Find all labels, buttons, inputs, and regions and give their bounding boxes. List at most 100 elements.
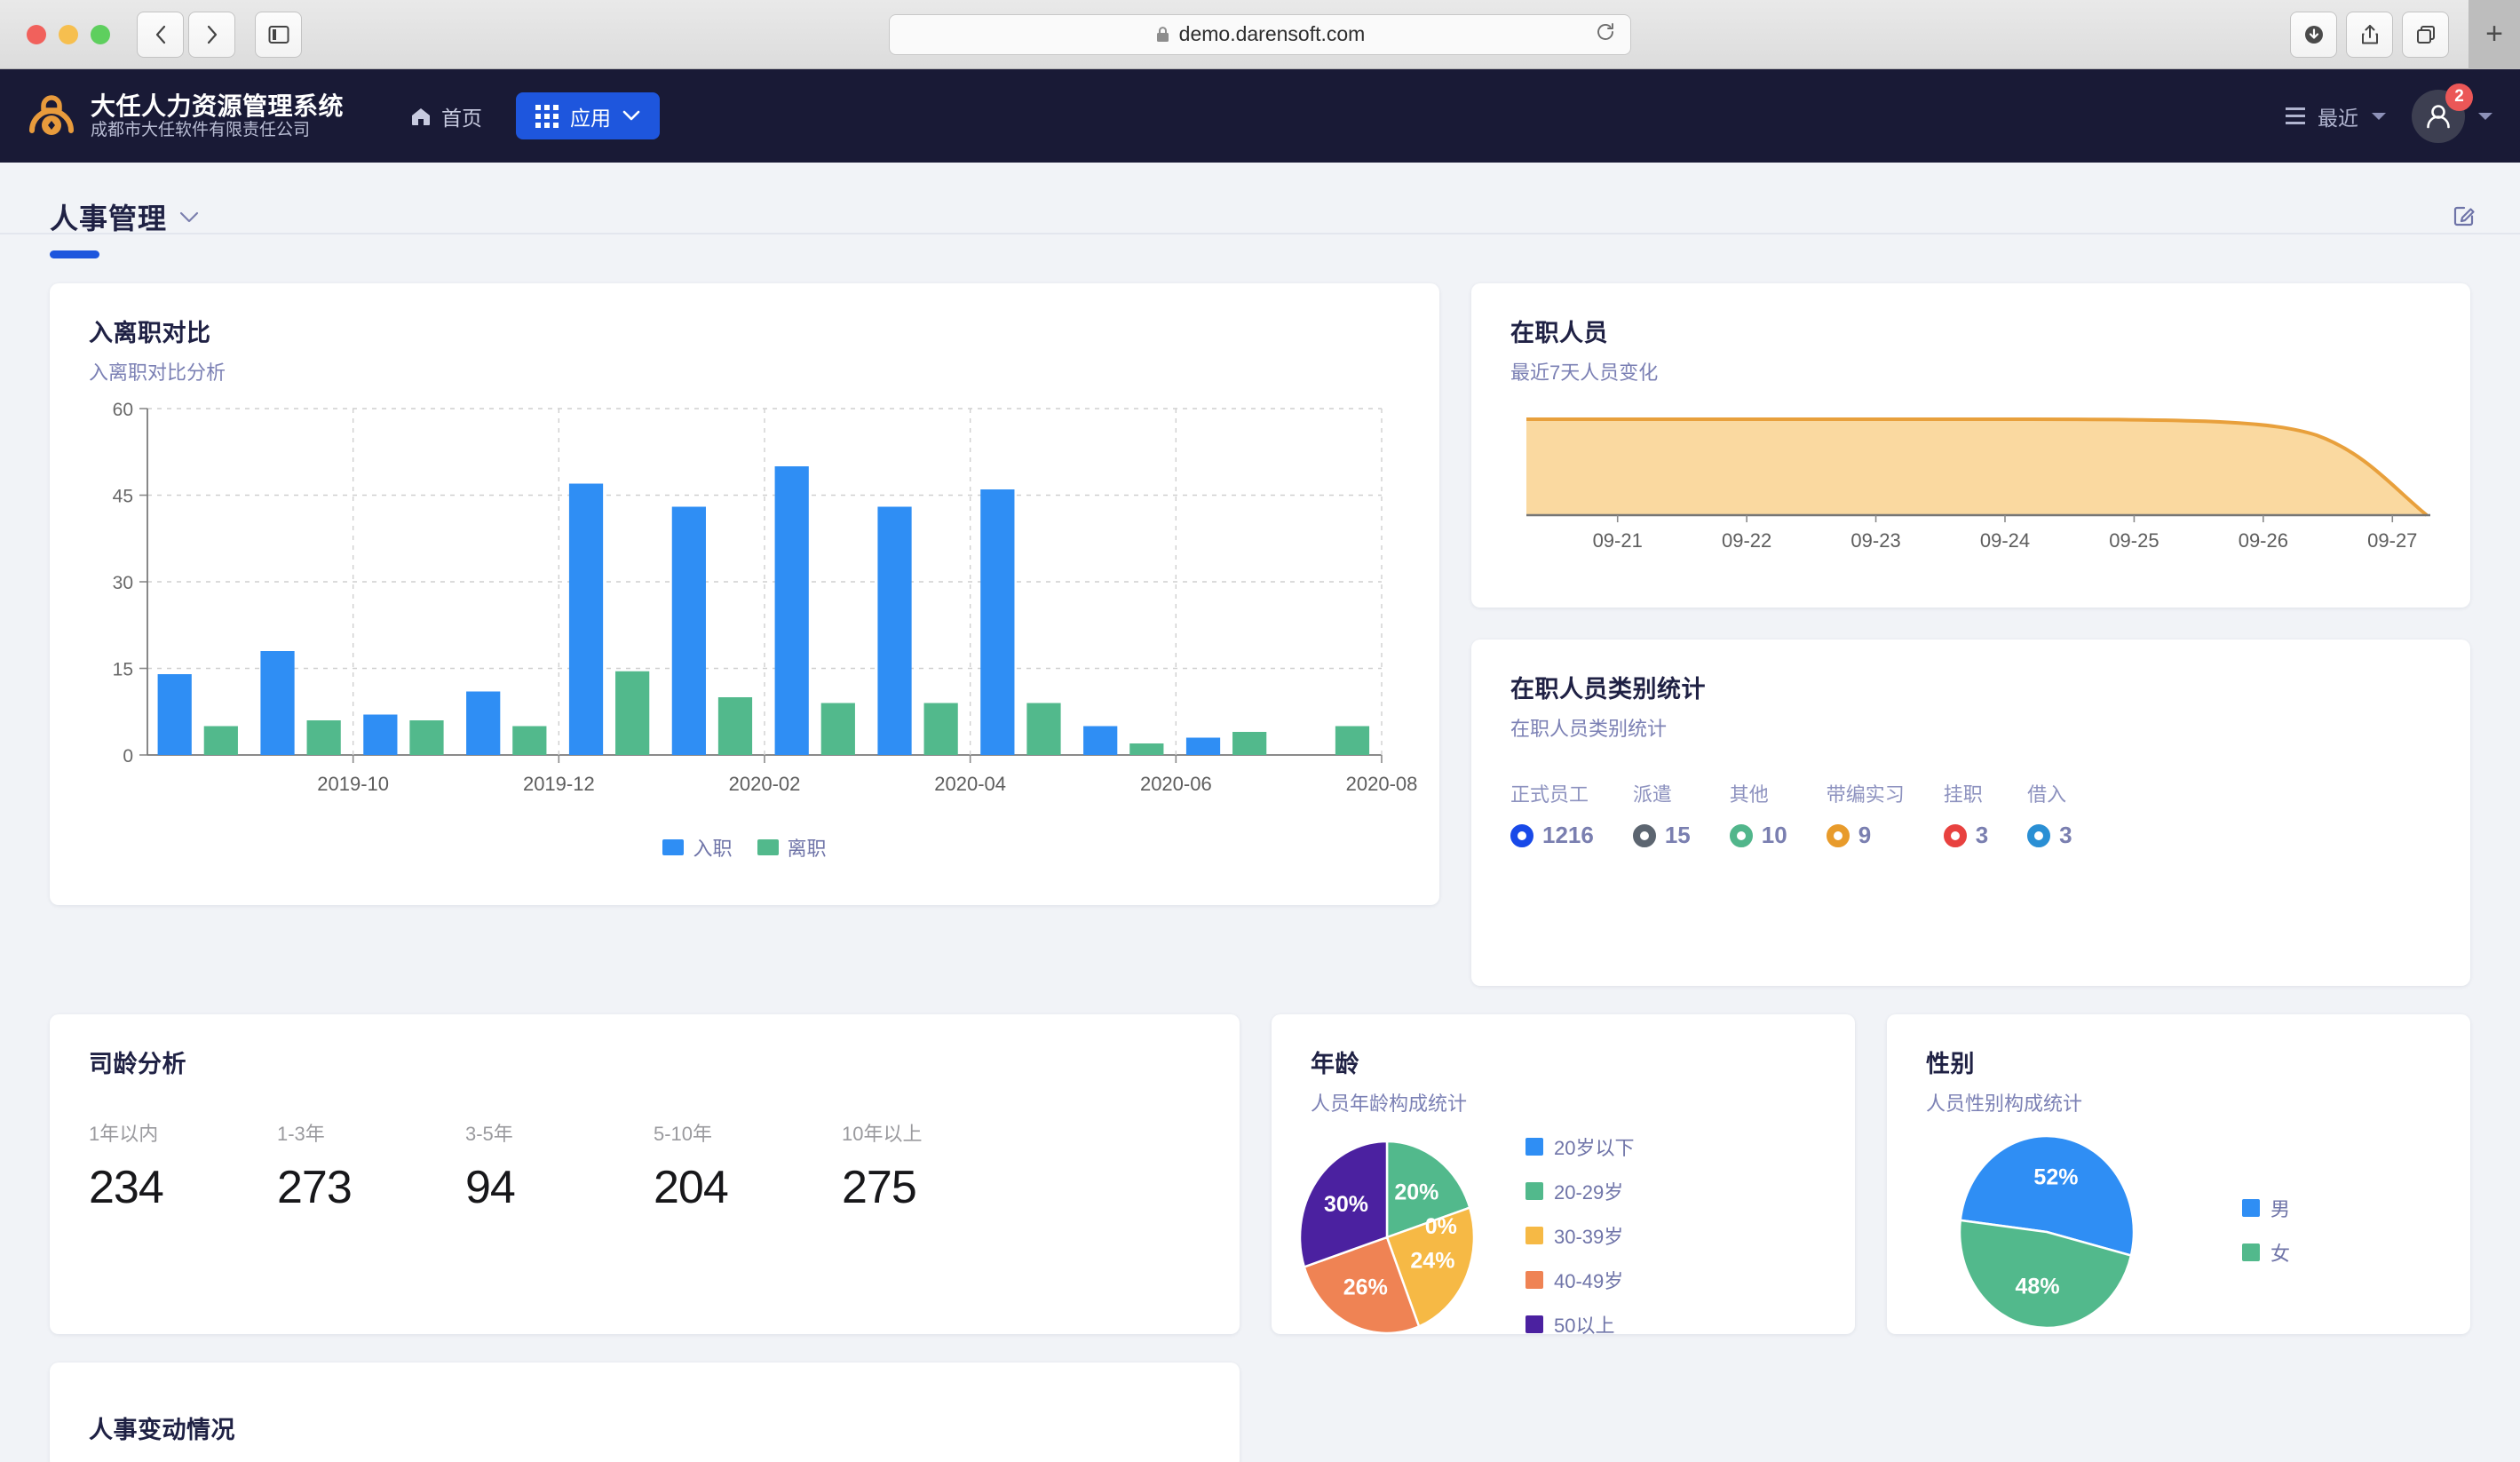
tenure-stat-item[interactable]: 3-5年 94: [465, 1118, 654, 1214]
svg-text:09-27: 09-27: [2367, 529, 2417, 552]
share-icon: [2361, 24, 2378, 44]
card-entry-exit-comparison: 入离职对比 入离职对比分析 0 15 30 45 60 2019-10 2019-12 202…: [50, 283, 1439, 905]
notification-badge[interactable]: 2: [2445, 83, 2473, 111]
close-window-button[interactable]: [27, 24, 46, 44]
brand-subtitle: 成都市大任软件有限责任公司: [91, 120, 311, 139]
avatar[interactable]: 2: [2412, 83, 2473, 143]
card-subtitle: 人员性别构成统计: [1926, 1093, 2083, 1115]
page-title: 人事管理: [50, 203, 168, 234]
legend-item[interactable]: 离职: [757, 833, 827, 862]
legend-swatch-exit: [757, 839, 779, 855]
apps-button[interactable]: 应用: [516, 92, 661, 139]
entry-exit-bar-chart[interactable]: 0 15 30 45 60 2019-10 2019-12 2020-02 2020-04 202…: [50, 400, 1439, 828]
back-button[interactable]: [137, 11, 184, 58]
brand-block[interactable]: 大任人力资源管理系统 成都市大任软件有限责任公司: [27, 91, 344, 141]
bar-chart-legend: 入职 离职: [50, 833, 1439, 862]
pie-legend-item[interactable]: 20岁以下: [1525, 1132, 1634, 1161]
card-title: 入离职对比: [89, 320, 211, 346]
pie-slice-label: 30%: [1324, 1192, 1368, 1217]
downloads-button[interactable]: [2290, 11, 2337, 58]
forward-button[interactable]: [188, 11, 235, 58]
dashboard-main-grid: 入离职对比 入离职对比分析 0 15 30 45 60 2019-10 2019-12 202…: [0, 258, 2520, 986]
category-stat-item[interactable]: 借入 3: [2027, 779, 2072, 849]
pie-legend-item[interactable]: 20-29岁: [1525, 1177, 1634, 1205]
svg-text:45: 45: [113, 487, 133, 507]
category-stat-label: 借入: [2027, 783, 2067, 806]
category-ring-icon: [1943, 823, 1967, 847]
right-column: 在职人员 最近7天人员变化 09-21 09-22 09-23 09-24 09-25 0…: [1471, 283, 2470, 986]
onjob-area-chart[interactable]: 09-21 09-22 09-23 09-24 09-25 09-26 09-27: [1471, 400, 2470, 573]
card-title: 在职人员类别统计: [1510, 676, 1706, 703]
age-pie-chart[interactable]: 20% 24% 26% 30% 0%: [1280, 1138, 1502, 1335]
gender-pie-chart[interactable]: 52% 48%: [1940, 1132, 2162, 1330]
pie-legend-item[interactable]: 女: [2242, 1238, 2290, 1267]
card-tenure-analysis: 司龄分析 1年以内 234 1-3年 273 3-5年 94 5-10年 204 10年以上 27…: [50, 1014, 1240, 1334]
category-stat-value: 10: [1761, 822, 1787, 848]
svg-text:09-22: 09-22: [1722, 529, 1771, 552]
nav-home[interactable]: 首页: [409, 101, 482, 131]
tenure-stat-list: 1年以内 234 1-3年 273 3-5年 94 5-10年 204 10年以上 275: [89, 1118, 1201, 1214]
tenure-stat-label: 1年以内: [89, 1123, 159, 1145]
header-right-group: 最近 2: [2286, 83, 2493, 143]
category-stat-label: 派遣: [1632, 783, 1672, 806]
tenure-stat-label: 5-10年: [654, 1123, 713, 1145]
category-stat-list: 正式员工 1216 派遣 15 其他 10 带编实习 9 挂职 3 借入 3: [1510, 779, 2431, 849]
address-bar[interactable]: demo.darensoft.com: [889, 13, 1631, 55]
legend-swatch-entry: [662, 839, 685, 855]
svg-text:15: 15: [113, 660, 133, 680]
share-button[interactable]: [2346, 11, 2393, 58]
page-title-row: 人事管理: [0, 163, 2520, 237]
lock-icon: [1156, 26, 1169, 42]
svg-text:09-23: 09-23: [1850, 529, 1900, 552]
pie-legend-label: 20岁以下: [1554, 1137, 1635, 1159]
tenure-stat-label: 3-5年: [465, 1123, 513, 1145]
card-staff-category-stats: 在职人员类别统计 在职人员类别统计 正式员工 1216 派遣 15 其他 10 带编实习 9 挂…: [1471, 640, 2470, 986]
minimize-window-button[interactable]: [59, 24, 78, 44]
category-ring-icon: [1729, 823, 1753, 847]
left-column: 入离职对比 入离职对比分析 0 15 30 45 60 2019-10 2019-12 202…: [50, 283, 1439, 986]
category-stat-value-row: 3: [1943, 822, 1989, 849]
category-stat-label: 带编实习: [1826, 783, 1905, 806]
legend-item[interactable]: 入职: [662, 833, 733, 862]
pie-legend-item[interactable]: 30-39岁: [1525, 1221, 1634, 1250]
card-title: 年龄: [1311, 1051, 1359, 1077]
grid-apps-icon: [535, 104, 559, 128]
pie-legend-item[interactable]: 40-49岁: [1525, 1266, 1634, 1294]
category-stat-value-row: 1216: [1510, 822, 1594, 849]
age-pie-body: 20% 24% 26% 30% 0% 20岁以下 20-29岁 30-39岁 40-49岁 50…: [1272, 1132, 1855, 1339]
tenure-stat-item[interactable]: 1年以内 234: [89, 1118, 277, 1214]
card-title: 人事变动情况: [89, 1417, 235, 1443]
tenure-stat-item[interactable]: 5-10年 204: [654, 1118, 842, 1214]
svg-text:60: 60: [113, 400, 133, 420]
chevron-down-icon: [2372, 113, 2386, 120]
pie-slice-label: 24%: [1410, 1249, 1454, 1274]
edit-dashboard-button[interactable]: [2451, 202, 2477, 233]
avatar-chevron-down-icon[interactable]: [2477, 111, 2493, 121]
category-stat-item[interactable]: 挂职 3: [1943, 779, 1989, 849]
category-stat-item[interactable]: 派遣 15: [1632, 779, 1691, 849]
category-stat-value-row: 9: [1826, 822, 1905, 849]
new-tab-button[interactable]: +: [2468, 0, 2520, 69]
brand-title: 大任人力资源管理系统: [91, 91, 345, 120]
reload-button[interactable]: [1595, 21, 1616, 48]
recent-menu[interactable]: 最近: [2286, 101, 2387, 131]
maximize-window-button[interactable]: [91, 24, 110, 44]
category-stat-value: 3: [1975, 822, 1989, 848]
tab-overview-button[interactable]: [2402, 11, 2449, 58]
pie-legend-item[interactable]: 男: [2242, 1194, 2290, 1222]
sidebar-toggle-button[interactable]: [255, 11, 302, 58]
category-stat-item[interactable]: 其他 10: [1729, 779, 1787, 849]
svg-text:09-25: 09-25: [2109, 529, 2159, 552]
category-stat-item[interactable]: 正式员工 1216: [1510, 779, 1594, 849]
category-stat-item[interactable]: 带编实习 9: [1826, 779, 1905, 849]
pie-legend-item[interactable]: 50以上: [1525, 1310, 1634, 1339]
svg-text:09-26: 09-26: [2239, 529, 2288, 552]
pie-legend-label: 30-39岁: [1554, 1226, 1624, 1248]
tenure-stat-label: 10年以上: [842, 1123, 923, 1145]
pie-slice-label: 0%: [1425, 1214, 1457, 1239]
card-subtitle: 入离职对比分析: [89, 362, 226, 384]
tenure-stat-item[interactable]: 10年以上 275: [842, 1118, 1030, 1214]
nav-home-label: 首页: [441, 106, 483, 130]
page-title-chevron-down-icon[interactable]: [179, 211, 199, 223]
tenure-stat-item[interactable]: 1-3年 273: [277, 1118, 465, 1214]
